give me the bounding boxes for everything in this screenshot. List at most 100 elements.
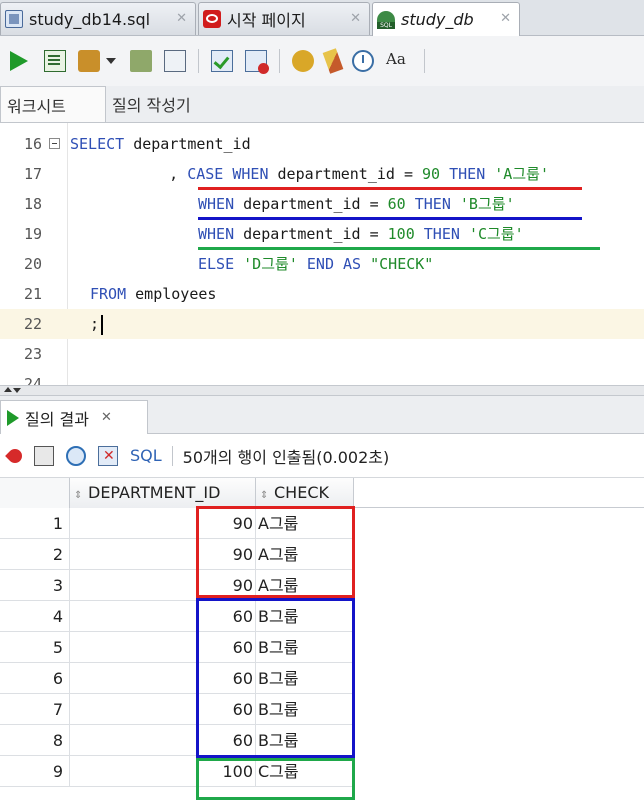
code-token: department_id [124,135,251,153]
results-toolbar: SQL 50개의 행이 인출됨(0.002초) [0,434,644,478]
underline-b-group [198,217,582,220]
code-line[interactable]: 23 [0,339,644,369]
line-number: 24 [23,375,42,385]
sql-editor[interactable]: 16 SELECT department_id 17 , CASE WHEN dep… [0,123,644,385]
print-icon[interactable] [34,445,54,466]
row-number: 2 [0,539,70,570]
code-line[interactable]: 24 [0,369,644,385]
rollback-icon[interactable] [245,50,269,74]
toolbar-divider [198,49,199,73]
fold-icon[interactable] [49,138,60,149]
code-line[interactable]: 21 FROM employees [0,279,644,309]
line-number: 22 [23,315,42,333]
column-header-department-id[interactable]: ⇕ DEPARTMENT_ID [70,478,256,508]
toolbar-divider [279,49,280,73]
format-icon[interactable]: Aa [386,50,412,72]
code-token: department_id = [234,195,388,213]
expand-down-icon[interactable] [13,388,21,393]
code-token: ; [90,315,100,333]
worksheet-toolbar: Aa [0,36,644,86]
tab-query-result[interactable]: 질의 결과 ✕ [0,400,148,434]
code-token: THEN [414,225,469,243]
sort-icon[interactable]: ⇕ [74,481,84,511]
editor-tab-bar: study_db14.sql ✕ 시작 페이지 ✕ study_db ✕ [0,0,644,36]
code-text: SELECT department_id [70,129,251,159]
line-number: 21 [23,285,42,303]
code-text: , CASE WHEN department_id = 90 THEN 'A그룹… [124,159,549,189]
close-icon[interactable]: ✕ [176,11,187,26]
code-token: THEN [440,165,495,183]
cancel-fetch-icon[interactable] [98,445,118,466]
code-line[interactable]: 17 , CASE WHEN department_id = 90 THEN '… [0,159,644,189]
code-line[interactable]: 19 WHEN department_id = 100 THEN 'C그룹' [0,219,644,249]
tab-query-builder[interactable]: 질의 작성기 [106,86,209,122]
underline-c-group [198,247,600,250]
code-token: 90 [422,165,441,183]
pin-icon[interactable] [5,445,25,466]
expand-up-icon[interactable] [4,387,12,392]
db-connection-icon [377,10,395,29]
row-number-header [0,478,70,508]
chevron-down-icon[interactable] [106,58,116,64]
row-number: 8 [0,725,70,756]
run-script-icon[interactable] [44,50,66,72]
explain-plan-icon[interactable] [130,50,152,72]
code-token: END AS [297,255,371,273]
refresh-icon[interactable] [66,445,86,466]
tab-label: study_db [401,10,474,29]
pane-splitter[interactable] [0,385,644,396]
row-number: 9 [0,756,70,787]
code-token: 'C그룹' [468,225,524,243]
query-result-icon [7,409,19,426]
code-token: 60 [387,195,406,213]
autotrace-icon[interactable] [78,50,100,72]
code-token: CASE WHEN [187,165,269,183]
code-text: WHEN department_id = 100 THEN 'C그룹' [198,219,524,249]
clear-icon[interactable] [322,48,344,74]
line-number: 18 [23,195,42,213]
commit-icon[interactable] [211,50,233,72]
sql-tuning-icon[interactable] [164,50,186,72]
row-number: 6 [0,663,70,694]
code-token: ELSE [198,255,235,273]
sql-link[interactable]: SQL [130,446,162,465]
code-token: WHEN [198,195,235,213]
code-line[interactable]: 18 WHEN department_id = 60 THEN 'B그룹' [0,189,644,219]
code-token: 'D그룹' [243,255,298,273]
text-caret [101,314,104,335]
code-token: department_id = [268,165,423,183]
tab-study-db[interactable]: study_db ✕ [372,2,520,36]
code-line[interactable]: 20 ELSE 'D그룹' END AS "CHECK" [0,249,644,279]
worksheet-subtabs: 워크시트 질의 작성기 [0,86,644,123]
row-number: 4 [0,601,70,632]
code-line[interactable]: 22; [0,309,644,339]
row-number: 3 [0,570,70,601]
code-token: 100 [387,225,415,243]
tab-start-page[interactable]: 시작 페이지 ✕ [198,2,370,35]
code-token: THEN [405,195,460,213]
column-header-check[interactable]: ⇕ CHECK [256,478,354,508]
close-icon[interactable]: ✕ [350,11,361,26]
line-number: 17 [23,165,42,183]
tab-label: 질의 결과 [25,409,89,429]
close-icon[interactable]: ✕ [101,410,112,425]
code-token: FROM [90,285,127,303]
line-number: 23 [23,345,42,363]
row-number: 1 [0,508,70,539]
close-icon[interactable]: ✕ [500,11,511,26]
line-number: 19 [23,225,42,243]
line-number: 16 [23,135,42,153]
tab-study-db14-sql[interactable]: study_db14.sql ✕ [0,2,196,35]
unshared-sql-icon[interactable] [292,50,314,72]
underline-a-group [198,187,582,190]
tab-worksheet[interactable]: 워크시트 [0,86,106,122]
history-icon[interactable] [352,50,374,72]
code-text: FROM employees [90,279,216,309]
code-token: department_id = [234,225,388,243]
code-line[interactable]: 16 SELECT department_id [0,129,644,159]
code-token: employees [126,285,217,303]
annotation-box-b-group [196,598,355,758]
tab-label: 시작 페이지 [227,11,306,30]
column-header-label: DEPARTMENT_ID [88,483,221,502]
run-statement-icon[interactable] [10,51,28,71]
